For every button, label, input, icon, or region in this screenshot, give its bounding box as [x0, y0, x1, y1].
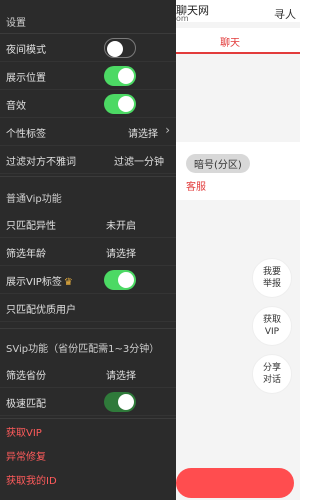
link-get-my-id[interactable]: 获取我的ID [6, 472, 57, 487]
background-subtitle: om [176, 14, 189, 23]
tab-chat[interactable]: 聊天 [220, 34, 240, 49]
show-location-toggle[interactable] [104, 66, 136, 86]
filter-age-value: 请选择 [106, 249, 136, 260]
fast-match-toggle[interactable] [104, 392, 136, 412]
opposite-sex-value: 未开启 [106, 221, 136, 232]
chevron-right-icon: › [165, 123, 170, 137]
report-button-line1: 我要 [262, 267, 281, 277]
row-sound-effects: 音效 [0, 90, 176, 118]
link-get-vip[interactable]: 获取VIP [6, 424, 42, 439]
row-opposite-sex[interactable]: 只匹配异性 未开启 [0, 210, 176, 238]
report-button[interactable]: 我要 举报 [252, 258, 292, 298]
filter-age-label: 筛选年龄 [6, 249, 46, 260]
svip-section-title: SVip功能（省份匹配需1~3分钟） [6, 344, 160, 355]
report-button-line2: 举报 [262, 279, 281, 289]
vip-section-title: 普通Vip功能 [6, 194, 62, 205]
row-show-location: 展示位置 [0, 62, 176, 90]
links-divider [0, 418, 176, 419]
row-night-mode: 夜间模式 [0, 34, 176, 62]
night-mode-label: 夜间模式 [6, 45, 46, 56]
sound-effects-toggle[interactable] [104, 94, 136, 114]
share-chat-button-line2: 对话 [262, 375, 281, 385]
get-vip-button-line2: VIP [264, 327, 280, 337]
filter-province-label: 筛选省份 [6, 371, 46, 382]
sound-effects-label: 音效 [6, 101, 26, 112]
row-show-vip-tag: 展示VIP标签 ♛ [0, 266, 176, 294]
filter-province-value: 请选择 [106, 371, 136, 382]
toggle-knob [107, 41, 123, 57]
crown-icon: ♛ [63, 277, 73, 288]
row-filter-province[interactable]: 筛选省份 请选择 [0, 360, 176, 388]
personal-tags-label: 个性标签 [6, 129, 46, 140]
get-vip-button[interactable]: 获取 VIP [252, 306, 292, 346]
link-fix-issue[interactable]: 异常修复 [6, 448, 46, 463]
row-quality-users[interactable]: 只匹配优质用户 [0, 294, 176, 322]
quality-users-label: 只匹配优质用户 [6, 305, 76, 316]
show-location-label: 展示位置 [6, 73, 46, 84]
filter-words-label: 过滤对方不雅词 [6, 157, 76, 168]
row-personal-tags[interactable]: 个性标签 请选择 › [0, 118, 176, 146]
background-pill[interactable]: 暗号(分区) [186, 154, 250, 173]
toggle-knob [118, 68, 134, 84]
show-vip-tag-toggle[interactable] [104, 270, 136, 290]
svip-divider [0, 328, 176, 329]
opposite-sex-label: 只匹配异性 [6, 221, 56, 232]
background-primary-button[interactable] [176, 468, 294, 498]
toggle-knob [118, 272, 134, 288]
vip-divider [0, 176, 176, 177]
get-vip-button-line1: 获取 [262, 315, 281, 325]
personal-tags-value: 请选择 [128, 129, 158, 140]
row-filter-age[interactable]: 筛选年龄 请选择 [0, 238, 176, 266]
row-filter-words[interactable]: 过滤对方不雅词 过滤一分钟 [0, 146, 176, 174]
background-link[interactable]: 客服 [186, 178, 206, 193]
fast-match-label: 极速匹配 [6, 399, 46, 410]
row-fast-match: 极速匹配 [0, 388, 176, 416]
toggle-knob [118, 394, 134, 410]
show-vip-tag-label: 展示VIP标签 [6, 277, 62, 288]
show-vip-tag-label-wrap: 展示VIP标签 ♛ [6, 273, 73, 288]
filter-words-value: 过滤一分钟 [114, 157, 164, 168]
share-chat-button[interactable]: 分享 对话 [252, 354, 292, 394]
settings-title: 设置 [6, 18, 26, 29]
night-mode-toggle[interactable] [104, 38, 136, 58]
toggle-knob [118, 96, 134, 112]
share-chat-button-line1: 分享 [262, 363, 281, 373]
background-right-label[interactable]: 寻人 [274, 6, 296, 22]
tab-underline [176, 52, 300, 54]
settings-drawer: 设置 夜间模式 展示位置 音效 个性标签 请选择 › 过滤对方不雅词 过滤一分钟… [0, 0, 176, 500]
